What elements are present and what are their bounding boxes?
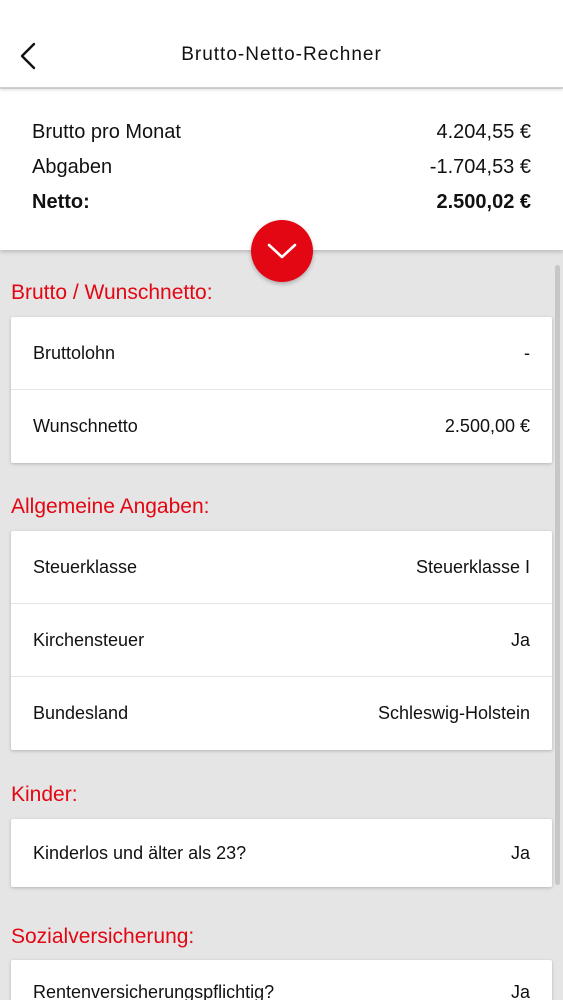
row-value: - (524, 342, 530, 363)
netto-label: Netto: (32, 190, 90, 213)
row-rentenversicherung[interactable]: Rentenversicherungspflichtig? Ja (11, 960, 552, 1000)
row-label: Kinderlos und älter als 23? (33, 842, 247, 863)
chevron-down-icon (267, 243, 297, 259)
row-value: Ja (510, 982, 530, 1000)
expand-details-button[interactable] (251, 220, 313, 282)
row-label: Bruttolohn (33, 342, 116, 363)
abgaben-value: -1.704,53 € (429, 155, 531, 178)
page-title: Brutto-Netto-Rechner (181, 44, 382, 65)
row-value: Ja (510, 629, 530, 650)
row-kirchensteuer[interactable]: Kirchensteuer Ja (11, 604, 552, 677)
app-header: Brutto-Netto-Rechner (0, 0, 563, 88)
row-label: Steuerklasse (33, 556, 138, 577)
card-allgemein: Steuerklasse Steuerklasse I Kirchensteue… (11, 531, 552, 750)
row-bruttolohn[interactable]: Bruttolohn - (11, 317, 552, 390)
section-title-sozial: Sozialversicherung: (11, 925, 195, 948)
card-sozial: Rentenversicherungspflichtig? Ja (11, 960, 552, 1000)
summary-row-abgaben: Abgaben -1.704,53 € (32, 152, 531, 182)
card-brutto: Bruttolohn - Wunschnetto 2.500,00 € (11, 317, 552, 463)
abgaben-label: Abgaben (32, 155, 113, 178)
row-label: Bundesland (33, 703, 129, 723)
row-bundesland[interactable]: Bundesland Schleswig-Holstein (11, 677, 552, 750)
row-label: Kirchensteuer (33, 629, 145, 650)
netto-value: 2.500,02 € (436, 190, 531, 213)
section-title-kinder: Kinder: (11, 783, 78, 806)
row-wunschnetto[interactable]: Wunschnetto 2.500,00 € (11, 390, 552, 463)
row-value: Schleswig-Holstein (377, 703, 530, 723)
card-kinder: Kinderlos und älter als 23? Ja (11, 819, 552, 887)
scrollbar[interactable] (555, 265, 560, 885)
summary-row-brutto: Brutto pro Monat 4.204,55 € (32, 117, 531, 147)
app-screen: Brutto-Netto-Rechner Brutto pro Monat 4.… (0, 0, 563, 1000)
section-title-brutto: Brutto / Wunschnetto: (11, 281, 213, 304)
row-kinderlos[interactable]: Kinderlos und älter als 23? Ja (11, 819, 552, 887)
row-steuerklasse[interactable]: Steuerklasse Steuerklasse I (11, 531, 552, 604)
brutto-value: 4.204,55 € (436, 120, 531, 143)
summary-row-netto: Netto: 2.500,02 € (32, 187, 531, 217)
row-label: Rentenversicherungspflichtig? (33, 982, 275, 1000)
row-value: 2.500,00 € (444, 416, 530, 436)
row-value: Steuerklasse I (415, 556, 530, 577)
section-title-allgemein: Allgemeine Angaben: (11, 495, 210, 518)
brutto-label: Brutto pro Monat (32, 120, 181, 143)
row-label: Wunschnetto (33, 416, 138, 436)
settings-content: Brutto / Wunschnetto: Bruttolohn - Wunsc… (0, 250, 563, 1000)
row-value: Ja (510, 842, 530, 863)
